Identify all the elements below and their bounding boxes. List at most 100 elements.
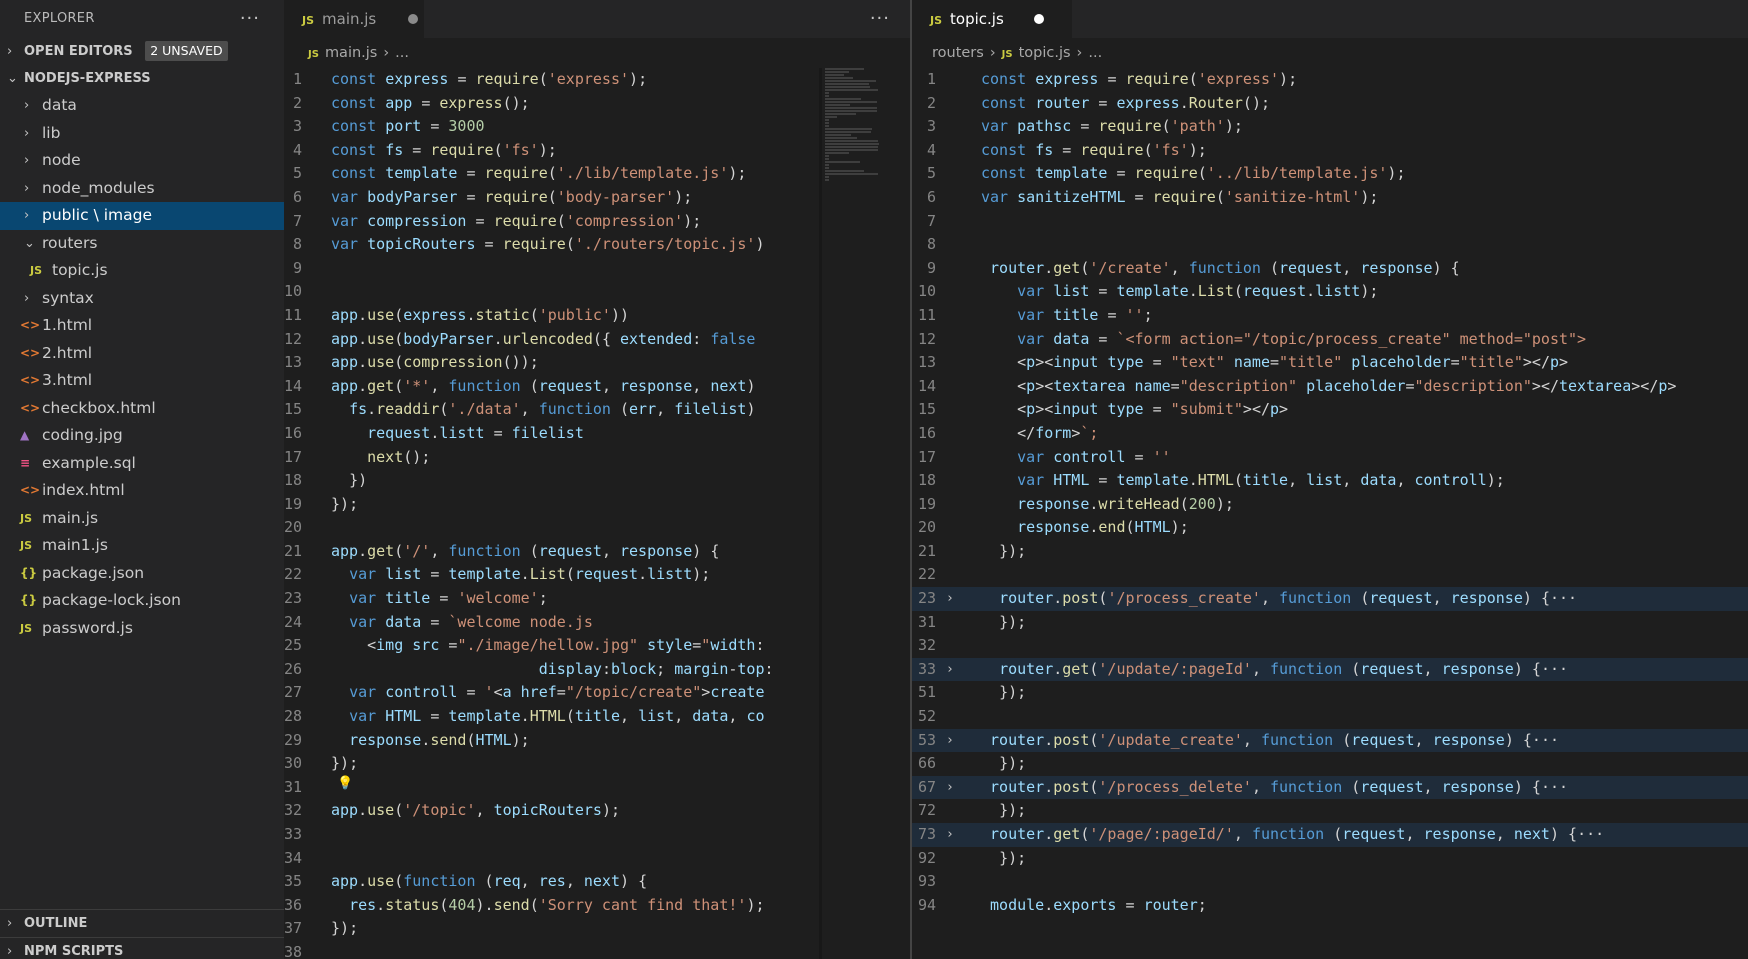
tree-item[interactable]: <> checkbox.html [0,395,284,423]
tree-item[interactable]: JS password.js [0,615,284,643]
fold-chevron-icon[interactable]: › [946,823,954,847]
tab-main-js[interactable]: JS main.js [284,0,424,38]
breadcrumb-file[interactable]: main.js [325,45,377,61]
code-line[interactable]: 6 var bodyParser = require('body-parser')… [284,186,910,210]
unsaved-dot-icon[interactable] [1034,14,1044,24]
code-line[interactable]: 18 }) [284,469,910,493]
code-line[interactable]: 16 </form>`; [912,422,1748,446]
open-editors-section[interactable]: › OPEN EDITORS 2 UNSAVED [0,38,284,65]
unsaved-dot-icon[interactable] [408,14,418,24]
code-line[interactable]: 9 [284,257,910,281]
tree-item[interactable]: <> 2.html [0,340,284,368]
code-line[interactable]: 7 [912,210,1748,234]
code-line[interactable]: 25 <img src ="./image/hellow.jpg" style=… [284,634,910,658]
code-line[interactable]: 3 var pathsc = require('path'); [912,115,1748,139]
code-line[interactable]: 93 [912,870,1748,894]
code-line[interactable]: 8 var topicRouters = require('./routers/t… [284,233,910,257]
code-line[interactable]: 8 [912,233,1748,257]
code-line[interactable]: 23 var title = 'welcome'; [284,587,910,611]
code-line[interactable]: 14 app.get('*', function (request, respon… [284,375,910,399]
code-line[interactable]: 4 const fs = require('fs'); [284,139,910,163]
code-line[interactable]: 5 const template = require('../lib/templa… [912,162,1748,186]
code-line[interactable]: 15 <p><input type = "submit"></p> [912,398,1748,422]
code-line[interactable]: 26 display:block; margin-top: [284,658,910,682]
code-line[interactable]: 51 }); [912,681,1748,705]
tree-item[interactable]: ▲ coding.jpg [0,422,284,450]
fold-chevron-icon[interactable]: › [946,587,954,611]
code-line[interactable]: 21 app.get('/', function (request, respon… [284,540,910,564]
code-line[interactable]: 33 › router.get('/update/:pageId', functi… [912,657,1748,682]
code-line[interactable]: 20 [284,516,910,540]
code-line[interactable]: 16 request.listt = filelist [284,422,910,446]
code-line[interactable]: 34 [284,847,910,871]
code-editor-right[interactable]: 1 const express = require('express'); 2 con… [912,68,1748,959]
code-line[interactable]: 7 var compression = require('compression'… [284,210,910,234]
outline-section[interactable]: › OUTLINE [0,909,284,937]
code-line[interactable]: 6 var sanitizeHTML = require('sanitize-ht… [912,186,1748,210]
code-line[interactable]: 13 app.use(compression()); [284,351,910,375]
code-line[interactable]: 33 [284,823,910,847]
tree-item[interactable]: {} package.json [0,560,284,588]
npm-scripts-section[interactable]: › NPM SCRIPTS [0,937,284,959]
code-line[interactable]: 19}); [284,493,910,517]
minimap[interactable] [825,68,881,428]
fold-chevron-icon[interactable]: › [946,658,954,682]
breadcrumb-folder[interactable]: routers [932,45,984,61]
code-line[interactable]: 9 router.get('/create', function (reques… [912,257,1748,281]
code-line[interactable]: 2 const router = express.Router(); [912,92,1748,116]
code-line[interactable]: 19 response.writeHead(200); [912,493,1748,517]
code-line[interactable]: 17 next(); [284,446,910,470]
code-line[interactable]: 17 var controll = '' [912,446,1748,470]
code-line[interactable]: 30}); [284,752,910,776]
code-line[interactable]: 12 app.use(bodyParser.urlencoded({ extend… [284,328,910,352]
tree-item[interactable]: JS topic.js [0,257,284,285]
more-actions-icon[interactable]: ··· [240,0,260,38]
code-line[interactable]: 1 const express = require('express'); [284,68,910,92]
fold-chevron-icon[interactable]: › [946,776,954,800]
breadcrumb-symbol[interactable]: ... [1088,45,1102,61]
code-line[interactable]: 11 app.use(express.static('public')) [284,304,910,328]
code-line[interactable]: 3 const port = 3000 [284,115,910,139]
code-line[interactable]: 20 response.end(HTML); [912,516,1748,540]
code-line[interactable]: 52 [912,705,1748,729]
breadcrumb-symbol[interactable]: ... [395,45,409,61]
code-line[interactable]: 31 [284,776,910,800]
code-line[interactable]: 36 res.status(404).send('Sorry cant find… [284,894,910,918]
code-line[interactable]: 1 const express = require('express'); [912,68,1748,92]
code-line[interactable]: 14 <p><textarea name="description" place… [912,375,1748,399]
code-line[interactable]: 27 var controll = '<a href="/topic/creat… [284,681,910,705]
code-line[interactable]: 21 }); [912,540,1748,564]
code-line[interactable]: 94 module.exports = router; [912,894,1748,918]
code-line[interactable]: 73 › router.get('/page/:pageId/', functio… [912,823,1748,847]
code-line[interactable]: 37}); [284,917,910,941]
code-line[interactable]: 10 [284,280,910,304]
code-line[interactable]: 67 › router.post('/process_delete', funct… [912,775,1748,800]
fold-chevron-icon[interactable]: › [946,729,954,753]
code-line[interactable]: 22 var list = template.List(request.list… [284,563,910,587]
tree-item[interactable]: {} package-lock.json [0,587,284,615]
code-line[interactable]: 12 var data = `<form action="/topic/proc… [912,328,1748,352]
code-line[interactable]: 38 [284,941,910,959]
code-line[interactable]: 10 var list = template.List(request.list… [912,280,1748,304]
tree-item[interactable]: › lib [0,120,284,148]
code-line[interactable]: 2 const app = express(); [284,92,910,116]
code-line[interactable]: 31 }); [912,611,1748,635]
breadcrumb-file[interactable]: topic.js [1019,45,1071,61]
code-line[interactable]: 29 response.send(HTML); [284,729,910,753]
code-line[interactable]: 23 › router.post('/process_create', funct… [912,587,1748,611]
tree-item[interactable]: › syntax [0,285,284,313]
code-line[interactable]: 5 const template = require('./lib/templat… [284,162,910,186]
code-line[interactable]: 4 const fs = require('fs'); [912,139,1748,163]
more-actions-icon[interactable]: ··· [870,0,890,38]
tree-item[interactable]: › public \ image [0,202,284,230]
code-line[interactable]: 32 [912,634,1748,658]
lightbulb-icon[interactable]: 💡 [337,776,353,791]
code-line[interactable]: 13 <p><input type = "text" name="title" … [912,351,1748,375]
tree-item[interactable]: <> index.html [0,477,284,505]
tree-item[interactable]: <> 1.html [0,312,284,340]
tree-item[interactable]: › node_modules [0,175,284,203]
tree-item[interactable]: ≡ example.sql [0,450,284,478]
code-line[interactable]: 18 var HTML = template.HTML(title, list,… [912,469,1748,493]
tree-item[interactable]: JS main.js [0,505,284,533]
project-section[interactable]: ⌄ NODEJS-EXPRESS [0,65,284,92]
